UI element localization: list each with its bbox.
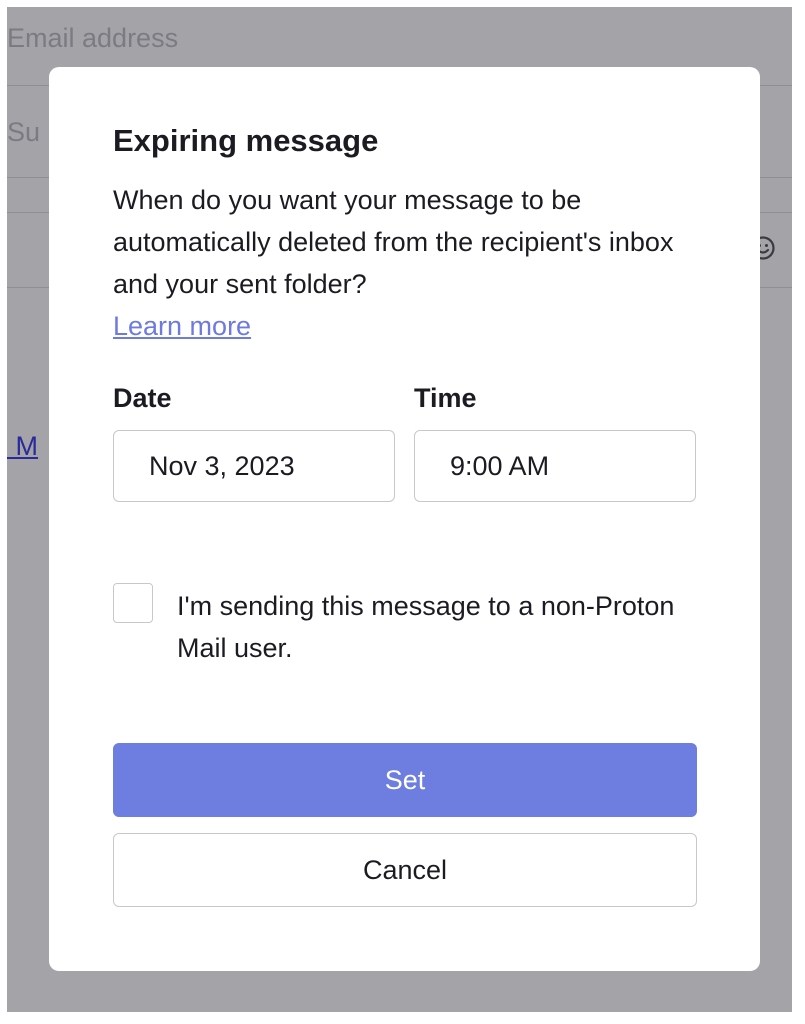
time-input[interactable]: 9:00 AM bbox=[414, 430, 696, 502]
cancel-button-label: Cancel bbox=[362, 854, 448, 885]
dialog-description: When do you want your message to be auto… bbox=[113, 185, 674, 299]
date-value: Nov 3, 2023 bbox=[149, 450, 295, 481]
bg-subject-field: Su bbox=[7, 117, 41, 147]
learn-more-link[interactable]: Learn more bbox=[113, 305, 251, 347]
set-button[interactable]: Set bbox=[113, 743, 697, 817]
cancel-button[interactable]: Cancel bbox=[113, 833, 697, 907]
bg-link: n M bbox=[7, 431, 39, 461]
non-proton-checkbox-label[interactable]: I'm sending this message to a non-Proton… bbox=[177, 585, 677, 669]
date-input[interactable]: Nov 3, 2023 bbox=[113, 430, 395, 502]
dialog-title: Expiring message bbox=[113, 123, 379, 158]
time-label: Time bbox=[414, 383, 477, 413]
non-proton-checkbox[interactable] bbox=[113, 583, 153, 623]
expiring-message-dialog: Expiring message When do you want your m… bbox=[49, 67, 760, 971]
app-frame: Email address Su n M Expiring message Wh… bbox=[7, 7, 792, 1012]
set-button-label: Set bbox=[384, 764, 426, 795]
time-value: 9:00 AM bbox=[450, 450, 550, 481]
bg-email-field: Email address bbox=[7, 23, 179, 53]
date-label: Date bbox=[113, 383, 172, 413]
